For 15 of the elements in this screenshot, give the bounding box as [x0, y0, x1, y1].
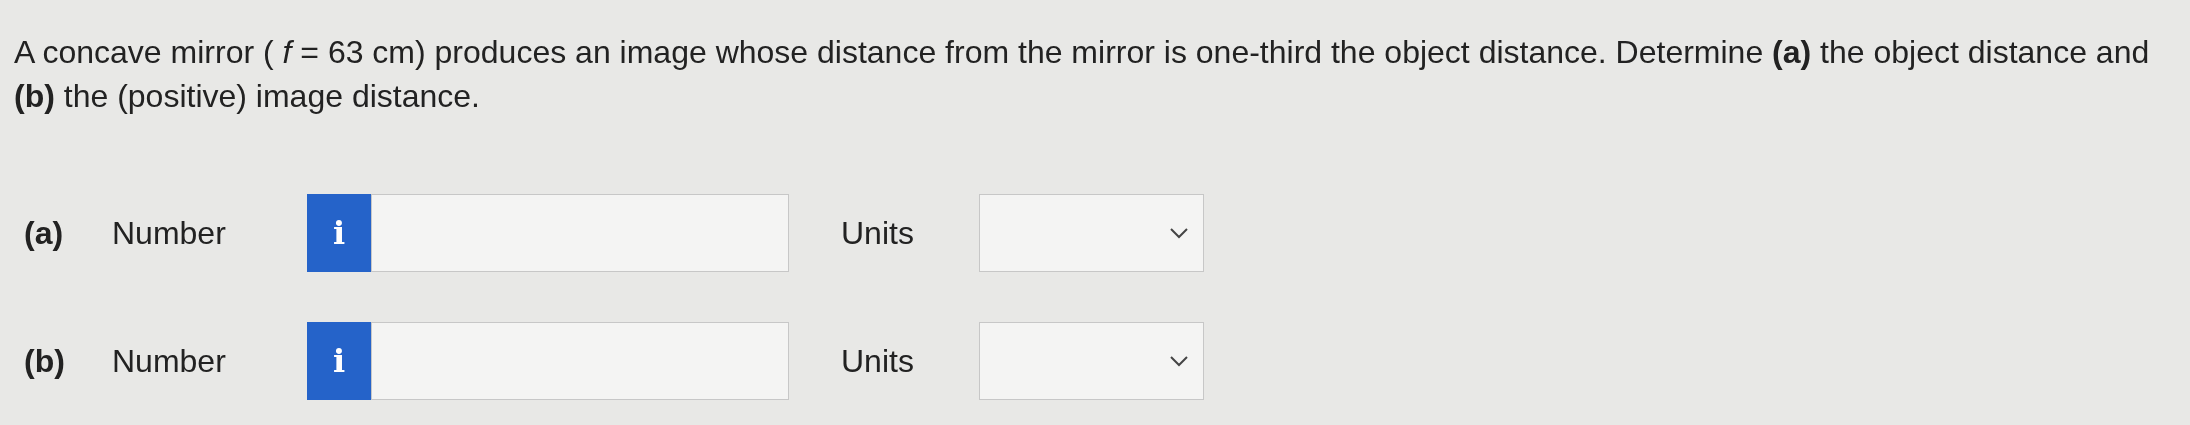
info-button[interactable]: i: [307, 322, 371, 400]
question-text: A concave mirror ( f = 63 cm) produces an image whose distance from the mirror is one-third the object distance. Determine (a) the object distance and (b) the (positive) image distance.: [14, 33, 2151, 116]
number-label: Number: [112, 214, 227, 253]
number-input-field[interactable]: [371, 322, 789, 400]
units-select[interactable]: [979, 322, 1204, 400]
chevron-down-icon: [1169, 227, 1189, 239]
units-label: Units: [841, 214, 915, 253]
units-label: Units: [841, 342, 915, 381]
number-label: Number: [112, 342, 227, 381]
number-input-field[interactable]: [371, 194, 789, 272]
units-select[interactable]: [979, 194, 1204, 272]
part-label: (a): [24, 214, 65, 253]
part-label: (b): [24, 342, 66, 381]
chevron-down-icon: [1169, 355, 1189, 367]
info-button[interactable]: i: [307, 194, 371, 272]
